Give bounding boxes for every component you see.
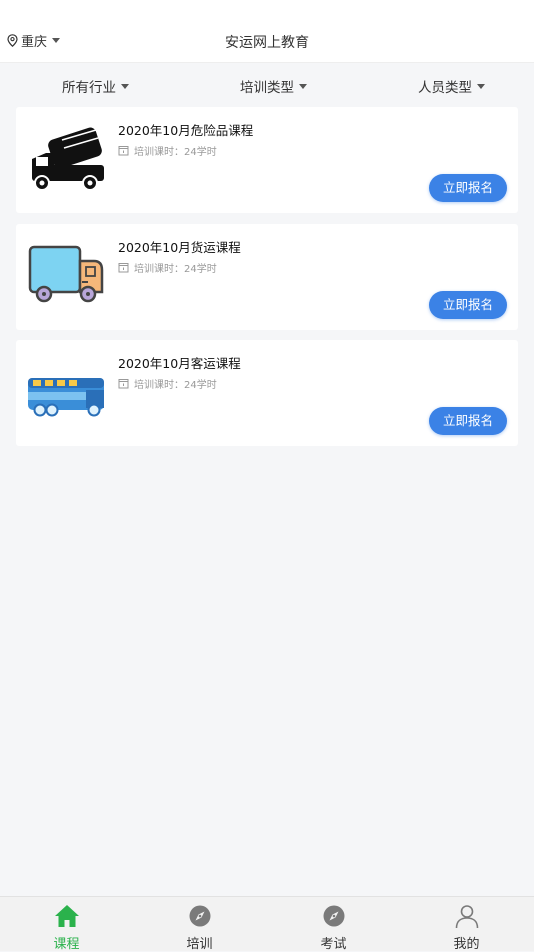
tab-training-label: 培训 (186, 937, 213, 952)
course-hours-text: 培训课时：24学时 (134, 380, 217, 391)
filter-training-type[interactable]: 培训类型 (240, 76, 307, 96)
course-card[interactable]: 2020年10月危险品课程 培训课时：24学时 立即报名 (16, 107, 518, 213)
compass-icon (323, 905, 344, 927)
tab-mine-label: 我的 (453, 937, 480, 952)
page-title: 安运网上教育 (225, 35, 309, 51)
home-icon (54, 905, 79, 927)
bus-icon (28, 378, 104, 417)
signup-button[interactable]: 立即报名 (429, 291, 507, 319)
course-title: 2020年10月货运课程 (118, 240, 241, 255)
course-card[interactable]: 2020年10月客运课程 培训课时：24学时 立即报名 (16, 340, 518, 446)
tab-courses-label: 课程 (53, 937, 80, 952)
course-hours: 培训课时：24学时 (118, 260, 217, 275)
filter-personnel-type[interactable]: 人员类型 (418, 76, 485, 96)
course-hours-text: 培训课时：24学时 (134, 147, 217, 158)
course-hours: 培训课时：24学时 (118, 143, 217, 158)
cargo-truck-icon (28, 245, 104, 303)
chevron-down-icon (299, 83, 307, 89)
tab-exam-label: 考试 (320, 937, 347, 952)
chevron-down-icon (121, 83, 129, 89)
signup-button[interactable]: 立即报名 (429, 407, 507, 435)
tab-exam[interactable]: 考试 (267, 897, 400, 952)
filter-personnel-type-label: 人员类型 (418, 80, 472, 96)
filter-industry[interactable]: 所有行业 (62, 76, 129, 96)
calendar-icon (118, 146, 129, 156)
compass-icon (189, 905, 210, 927)
app-header: 重庆 安运网上教育 (0, 0, 534, 63)
tab-mine[interactable]: 我的 (400, 897, 533, 952)
course-card[interactable]: 2020年10月货运课程 培训课时：24学时 立即报名 (16, 224, 518, 330)
bottom-tab-bar: 课程 培训 考试 我的 (0, 896, 534, 952)
tab-courses[interactable]: 课程 (0, 897, 133, 952)
course-hours: 培训课时：24学时 (118, 376, 217, 391)
course-hours-text: 培训课时：24学时 (134, 264, 217, 275)
calendar-icon (118, 263, 129, 273)
chevron-down-icon (477, 83, 485, 89)
course-title: 2020年10月客运课程 (118, 356, 241, 371)
calendar-icon (118, 379, 129, 389)
tab-training[interactable]: 培训 (133, 897, 266, 952)
filter-training-type-label: 培训类型 (240, 80, 294, 96)
signup-button[interactable]: 立即报名 (429, 174, 507, 202)
mixer-truck-icon (32, 127, 104, 191)
user-icon (455, 905, 478, 929)
course-title: 2020年10月危险品课程 (118, 123, 254, 138)
filter-industry-label: 所有行业 (62, 80, 116, 96)
filter-bar: 所有行业 培训类型 人员类型 (0, 68, 534, 100)
